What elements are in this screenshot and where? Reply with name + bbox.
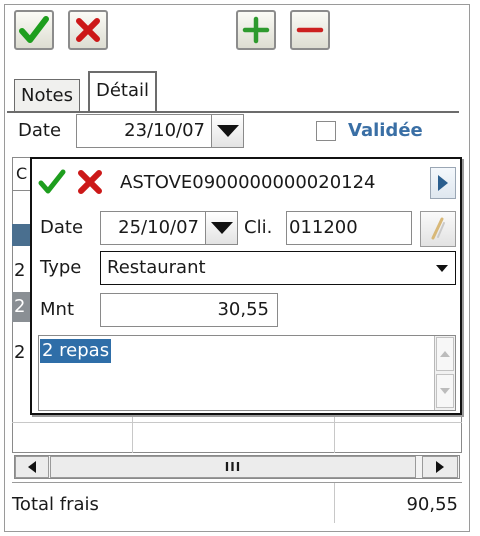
- arrow-left-icon: [28, 461, 36, 473]
- popup-date-field[interactable]: 25/10/07: [100, 211, 206, 245]
- arrow-down-icon: [440, 388, 450, 394]
- date-dropdown-button[interactable]: [212, 114, 244, 148]
- remove-button[interactable]: [290, 10, 330, 50]
- grid-col-line: [334, 415, 335, 453]
- tab-detail[interactable]: Détail: [88, 71, 158, 113]
- popup-validate-button[interactable]: [38, 169, 68, 197]
- total-label: Total frais: [12, 494, 99, 515]
- arrow-up-icon: [440, 351, 450, 357]
- cross-icon: [78, 170, 102, 194]
- grid-row-line: [12, 422, 462, 423]
- popup-type-label: Type: [40, 257, 82, 278]
- row-marker-selected: [12, 224, 30, 246]
- grid-header-cell: C: [12, 157, 32, 191]
- validated-checkbox[interactable]: [316, 121, 336, 141]
- popup-note-text: 2 repas: [40, 339, 112, 363]
- cancel-button[interactable]: [68, 10, 108, 50]
- chevron-down-icon: [436, 265, 448, 272]
- chevron-down-icon: [216, 125, 239, 137]
- row-mark: 2: [14, 260, 26, 281]
- totals-divider: [12, 482, 462, 483]
- tab-notes[interactable]: Notes: [14, 79, 80, 113]
- popup-cli-label: Cli.: [244, 217, 273, 238]
- popup-next-button[interactable]: [430, 167, 456, 199]
- date-label: Date: [18, 120, 62, 141]
- popup-date-label: Date: [40, 217, 84, 238]
- grid-col-line: [132, 415, 133, 453]
- popup-note-scrollbar[interactable]: [434, 336, 455, 410]
- scroll-right-button[interactable]: [422, 456, 458, 478]
- scroll-thumb[interactable]: III: [50, 456, 416, 478]
- date-field[interactable]: 23/10/07: [76, 114, 212, 148]
- expense-editor-popup: ASTOVE0900000000020124 Date 25/10/07 Cli…: [30, 157, 462, 415]
- grid-col-line: [334, 483, 335, 523]
- total-value: 90,55: [406, 494, 458, 515]
- popup-title: ASTOVE0900000000020124: [120, 172, 376, 193]
- popup-cancel-button[interactable]: [76, 168, 106, 198]
- scroll-up-button[interactable]: [436, 337, 454, 371]
- popup-date-dropdown-button[interactable]: [206, 211, 238, 245]
- check-icon: [19, 16, 49, 43]
- popup-amount-field[interactable]: 30,55: [100, 293, 278, 327]
- lookup-icon: [431, 217, 445, 240]
- row-mark: 2: [14, 342, 26, 363]
- check-icon: [38, 169, 66, 194]
- popup-lookup-button[interactable]: [420, 211, 456, 247]
- plus-icon: [242, 16, 270, 44]
- add-button[interactable]: [236, 10, 276, 50]
- scroll-down-button[interactable]: [436, 374, 454, 408]
- chevron-down-icon: [210, 222, 233, 234]
- arrow-right-icon: [438, 175, 448, 191]
- tab-divider: [7, 111, 459, 113]
- cross-icon: [76, 18, 100, 42]
- popup-type-select[interactable]: Restaurant: [100, 251, 456, 285]
- scroll-left-button[interactable]: [15, 456, 49, 478]
- arrow-right-icon: [436, 461, 444, 473]
- validate-button[interactable]: [14, 10, 54, 50]
- minus-icon: [296, 27, 324, 33]
- popup-mnt-label: Mnt: [40, 299, 74, 320]
- row-mark-selected: 2: [12, 292, 30, 322]
- validated-label: Validée: [348, 120, 423, 141]
- popup-cli-field[interactable]: 011200: [286, 211, 412, 245]
